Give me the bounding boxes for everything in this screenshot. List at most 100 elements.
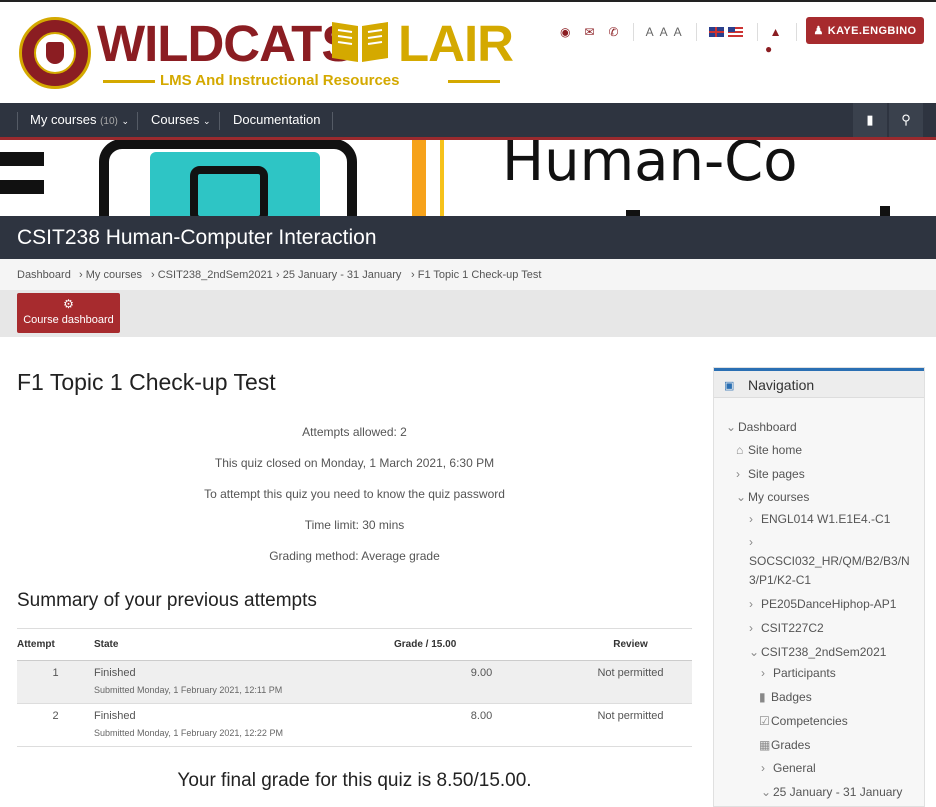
- chevron-right-icon: ›: [736, 467, 740, 481]
- quiz-info-attempts: Attempts allowed: 2: [302, 425, 407, 439]
- svg-text:Human-Co: Human-Co: [502, 140, 798, 194]
- chevron-down-icon: ⌄: [121, 116, 130, 126]
- brand-title-2[interactable]: LAIR: [398, 16, 514, 72]
- gears-icon: ⚙: [63, 297, 74, 311]
- attempt-review: Not permitted: [569, 703, 692, 747]
- page-title: F1 Topic 1 Check-up Test: [17, 369, 276, 395]
- col-header-review: Review: [569, 628, 692, 661]
- chevron-right-icon: ›: [749, 535, 753, 549]
- final-grade-text: Your final grade for this quiz is 8.50/1…: [177, 770, 532, 791]
- nav-tree-general[interactable]: › General: [761, 761, 816, 775]
- site-header: WILDCATS LAIR LMS And Instructional Reso…: [0, 0, 936, 103]
- navigation-block: ▣ Navigation ⌄ Dashboard ⌂ Site home › Site…: [713, 367, 925, 807]
- home-icon: ⌂: [736, 443, 744, 457]
- user-menu-button[interactable]: ♟ KAYE.ENGBINO: [806, 17, 924, 44]
- col-header-attempt: Attempt: [17, 628, 94, 661]
- navigation-block-header[interactable]: ▣ Navigation: [714, 368, 924, 398]
- attempts-table: Attempt State Grade / 15.00 Review 1 Fin…: [17, 628, 692, 747]
- messages-icon[interactable]: ●: [765, 42, 772, 56]
- table-row: 2 Finished Submitted Monday, 1 February …: [17, 703, 692, 747]
- quiz-info-password: To attempt this quiz you need to know th…: [204, 487, 505, 501]
- table-icon: ▦: [759, 738, 771, 752]
- chevron-right-icon: ›: [749, 621, 753, 635]
- breadcrumb-item-quiz[interactable]: › F1 Topic 1 Check-up Test: [411, 269, 541, 281]
- breadcrumb-item-week[interactable]: › 25 January - 31 January: [276, 269, 401, 281]
- breadcrumb-item-dashboard[interactable]: Dashboard: [17, 269, 71, 281]
- checkbox-icon: ☑: [759, 714, 770, 728]
- nav-tree-site-pages[interactable]: › Site pages: [736, 467, 805, 481]
- attempt-grade: 8.00: [394, 703, 569, 747]
- search-button[interactable]: ⚲: [889, 103, 923, 137]
- phone-icon[interactable]: ✆: [609, 25, 619, 39]
- course-dashboard-bar: ⚙ Course dashboard: [0, 290, 936, 337]
- nav-tree-dashboard[interactable]: ⌄ Dashboard: [726, 420, 797, 434]
- nav-tree-course-socsci032-label[interactable]: SOCSCI032_HR/QM/B2/B3/N: [749, 554, 910, 568]
- university-seal-logo[interactable]: [19, 17, 91, 89]
- nav-tree-my-courses[interactable]: ⌄ My courses: [736, 490, 809, 504]
- us-flag-icon[interactable]: [727, 27, 743, 37]
- quiz-info-closed: This quiz closed on Monday, 1 March 2021…: [214, 456, 495, 470]
- breadcrumb-item-course[interactable]: › CSIT238_2ndSem2021: [151, 269, 273, 281]
- col-header-grade: Grade / 15.00: [394, 628, 569, 661]
- nav-tree-participants[interactable]: › Participants: [761, 666, 836, 680]
- col-header-state: State: [94, 628, 394, 661]
- table-row: 1 Finished Submitted Monday, 1 February …: [17, 660, 692, 704]
- book-logo-icon: [332, 22, 388, 62]
- nav-tree-course-pe205[interactable]: › PE205DanceHiphop-AP1: [749, 597, 896, 611]
- bookmark-button[interactable]: ▮: [853, 103, 887, 137]
- chevron-right-icon: ›: [761, 761, 765, 775]
- chevron-right-icon: ›: [761, 666, 765, 680]
- nav-tree-badges[interactable]: ▮ Badges: [759, 690, 812, 704]
- brand-title[interactable]: WILDCATS: [97, 16, 355, 72]
- nav-courses[interactable]: Courses ⌄: [151, 103, 211, 137]
- nav-tree-course-socsci032[interactable]: ›: [749, 535, 761, 549]
- chevron-down-icon: ⌄: [203, 116, 211, 126]
- chevron-down-icon: ⌄: [761, 785, 772, 799]
- course-banner-image: Human-Co: [0, 140, 936, 216]
- chevron-down-icon: ⌄: [726, 420, 737, 434]
- uk-flag-icon[interactable]: [708, 27, 724, 37]
- attempt-number: 1: [17, 660, 94, 704]
- font-size-toggle[interactable]: A A A: [646, 25, 684, 39]
- chevron-down-icon: ⌄: [749, 645, 760, 659]
- nav-documentation[interactable]: Documentation: [233, 103, 320, 137]
- header-toolbar: ◉ ✉ ✆ A A A ▲: [560, 22, 809, 42]
- breadcrumb-item-my-courses[interactable]: › My courses: [79, 269, 142, 281]
- sitemap-icon: ▣: [724, 380, 735, 392]
- chevron-right-icon: ›: [749, 512, 753, 526]
- quiz-info-grading: Grading method: Average grade: [269, 549, 440, 563]
- nav-tree-course-csit238[interactable]: ⌄ CSIT238_2ndSem2021: [749, 645, 886, 659]
- mail-icon[interactable]: ✉: [584, 25, 594, 39]
- chevron-right-icon: ›: [749, 597, 753, 611]
- attempt-review: Not permitted: [569, 660, 692, 704]
- nav-tree-course-socsci032-label-2[interactable]: 3/P1/K2-C1: [749, 573, 811, 587]
- course-dashboard-button[interactable]: ⚙ Course dashboard: [17, 293, 120, 333]
- nav-tree-site-home[interactable]: ⌂ Site home: [736, 443, 802, 457]
- main-navbar: My courses (10) ⌄ Courses ⌄ Documentatio…: [0, 103, 936, 140]
- location-icon[interactable]: ◉: [560, 25, 570, 39]
- notifications-bell-icon[interactable]: ▲: [770, 25, 782, 39]
- shield-icon: ▮: [759, 690, 766, 704]
- course-header: CSIT238 Human-Computer Interaction: [0, 216, 936, 259]
- nav-my-courses[interactable]: My courses (10) ⌄: [30, 103, 129, 137]
- attempt-state: Finished Submitted Monday, 1 February 20…: [94, 703, 394, 747]
- nav-tree-competencies[interactable]: ☑Competencies: [759, 714, 848, 728]
- bookmark-icon: ▮: [866, 112, 874, 127]
- nav-tree-grades[interactable]: ▦Grades: [759, 738, 810, 752]
- attempt-number: 2: [17, 703, 94, 747]
- chevron-down-icon: ⌄: [736, 490, 747, 504]
- nav-tree-course-csit227[interactable]: › CSIT227C2: [749, 621, 824, 635]
- attempt-submitted: Submitted Monday, 1 February 2021, 12:11…: [94, 685, 283, 695]
- nav-tree-week[interactable]: ⌄ 25 January - 31 January: [761, 785, 902, 799]
- attempt-grade: 9.00: [394, 660, 569, 704]
- banner-graphic: Human-Co: [0, 140, 890, 216]
- attempt-submitted: Submitted Monday, 1 February 2021, 12:22…: [94, 728, 283, 738]
- quiz-info-time-limit: Time limit: 30 mins: [304, 518, 405, 532]
- nav-tree-course-engl014[interactable]: › ENGL014 W1.E1E4.-C1: [749, 512, 890, 526]
- search-icon: ⚲: [901, 112, 911, 127]
- user-icon: ♟: [813, 25, 824, 37]
- brand-subtitle: LMS And Instructional Resources: [103, 72, 500, 89]
- attempt-state: Finished Submitted Monday, 1 February 20…: [94, 660, 394, 704]
- breadcrumb: Dashboard › My courses › CSIT238_2ndSem2…: [0, 259, 936, 290]
- summary-heading: Summary of your previous attempts: [17, 590, 317, 611]
